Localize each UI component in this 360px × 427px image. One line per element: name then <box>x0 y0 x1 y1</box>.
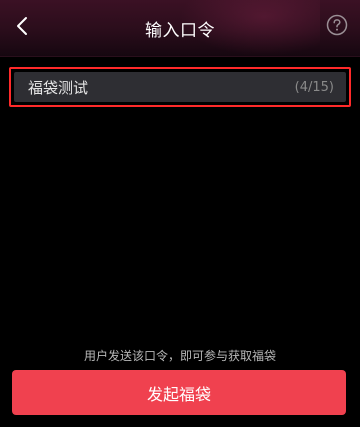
header-bar: 输入口令 <box>0 0 360 57</box>
launch-lucky-bag-button[interactable]: 发起福袋 <box>12 370 346 415</box>
character-counter: (4/15) <box>294 79 334 95</box>
command-input[interactable]: 福袋测试 (4/15) <box>14 72 346 102</box>
help-button[interactable] <box>326 14 348 40</box>
page-title: 输入口令 <box>145 21 215 41</box>
command-input-value: 福袋测试 <box>28 78 89 97</box>
command-input-focus-ring: 福袋测试 (4/15) <box>9 67 351 107</box>
launch-lucky-bag-label: 发起福袋 <box>146 384 211 404</box>
screen: 输入口令 福袋测试 (4/15) 用户发送该口令，即可参与获取福袋 发起福袋 <box>0 0 360 427</box>
hint-text: 用户发送该口令，即可参与获取福袋 <box>83 349 276 363</box>
question-circle-icon <box>326 14 348 40</box>
